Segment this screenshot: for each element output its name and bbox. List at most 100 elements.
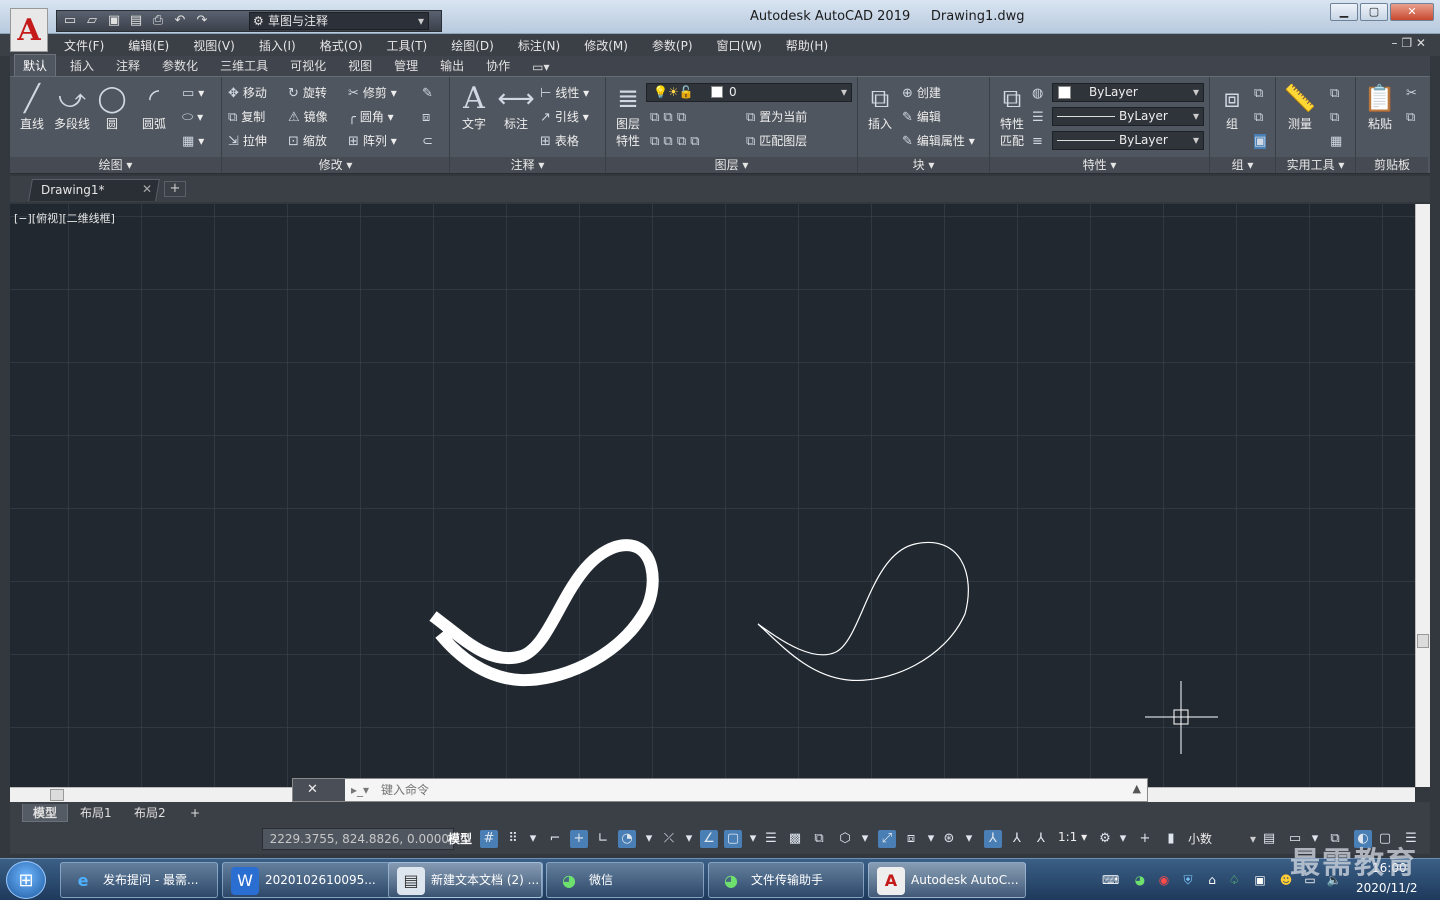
tab-default[interactable]: 默认 [14,54,57,76]
line-tool-button[interactable]: ╱ 直线 [12,83,52,132]
ellipse-icon[interactable]: ⬭ ▾ [182,107,203,127]
paste-button[interactable]: 📋 粘贴 [1360,83,1400,132]
annotation-monitor-icon[interactable]: + [1136,830,1154,848]
linetype-dropdown[interactable]: ByLayer [1052,107,1204,126]
calculator-icon[interactable]: ▦ [1330,131,1346,151]
ortho-icon[interactable]: ∟ [594,830,612,848]
panel-annotation-title[interactable]: 注释 ▾ [450,157,605,173]
tab-layout1[interactable]: 布局1 [70,804,122,822]
tab-manage[interactable]: 管理 [386,55,426,76]
gizmo-dropdown-icon[interactable]: ▾ [960,830,978,848]
shield-icon[interactable]: ⛨ [1180,872,1196,888]
lineweight-dropdown[interactable]: ByLayer [1052,131,1204,150]
keyboard-icon[interactable]: ⌨ [1102,872,1119,888]
task-wechat[interactable]: ◕ 微信 [546,862,704,898]
circle-tool-button[interactable]: ◯ 圆 [92,83,132,132]
network-drive-icon[interactable]: ⌂ [1204,872,1220,888]
dynamic-ucs-icon[interactable]: ⤢ [878,830,896,848]
match-properties-button[interactable]: ⧉ 特性 匹配 [992,83,1032,149]
tab-parametric[interactable]: 参数化 [154,55,206,76]
menu-draw[interactable]: 绘图(D) [451,37,494,54]
layer-properties-button[interactable]: ≣ 图层 特性 [608,83,648,149]
dynamic-input-icon[interactable]: + [570,830,588,848]
tab-model[interactable]: 模型 [22,804,69,822]
infer-constraints-icon[interactable]: ⌐ [546,830,564,848]
menu-help[interactable]: 帮助(H) [786,37,828,54]
print-icon[interactable]: ⎙ [149,13,167,29]
filter-dropdown-icon[interactable]: ▾ [922,830,940,848]
layer-tools-row1[interactable]: ⧉ ⧉ ⧉ [650,107,690,127]
tab-output[interactable]: 输出 [432,55,472,76]
annotation-visibility-icon[interactable]: ⅄ [984,830,1002,848]
ribbon-toggle-icon[interactable]: ▭▾ [524,58,557,76]
polar-tracking-icon[interactable]: ◔ [618,830,636,848]
menu-parametric[interactable]: 参数(P) [652,37,693,54]
tab-drawing1[interactable]: Drawing1* [28,179,160,201]
trim-button[interactable]: ✂ 修剪 ▾ [348,83,397,103]
panel-modify-title[interactable]: 修改 ▾ [222,157,449,173]
thin-spline-outline[interactable] [757,541,969,682]
cut-icon[interactable]: ✂ [1406,83,1421,103]
array-button[interactable]: ⊞ 阵列 ▾ [348,131,397,151]
start-button[interactable]: ⊞ [6,861,46,899]
annotation-scale-dropdown[interactable]: 1:1 ▾ [1058,830,1087,844]
edit-attributes-button[interactable]: ✎ 编辑属性 ▾ [902,131,975,151]
workspace-dropdown-icon[interactable]: ▾ [1114,830,1132,848]
erase-icon[interactable]: ✎ [422,83,437,103]
isodraft-dropdown-icon[interactable]: ▾ [680,830,698,848]
command-history-icon[interactable]: ▲ [1133,782,1141,795]
polar-dropdown-icon[interactable]: ▾ [640,830,658,848]
group-edit-icon[interactable]: ⧉ [1254,107,1267,127]
new-file-icon[interactable]: ▭ [61,13,79,29]
panel-clipboard-title[interactable]: 剪贴板 [1356,157,1428,173]
panel-properties-title[interactable]: 特性 ▾ [990,157,1209,173]
panel-layers-title[interactable]: 图层 ▾ [606,157,857,173]
polyline-tool-button[interactable]: ⤻ 多段线 [52,83,92,132]
thick-polyline-spline[interactable] [429,539,659,687]
tab-3d-tools[interactable]: 三维工具 [212,55,276,76]
color-dropdown[interactable]: ByLayer [1052,83,1204,102]
menu-modify[interactable]: 修改(M) [584,37,628,54]
tab-layout2[interactable]: 布局2 [124,804,176,822]
table-button[interactable]: ⊞ 表格 [540,131,579,151]
snap-icon[interactable]: ⠿ [504,830,522,848]
tab-view[interactable]: 视图 [340,55,380,76]
linear-button[interactable]: ⊢ 线性 ▾ [540,83,589,103]
group-select-icon[interactable]: ▣ [1254,131,1270,151]
document-window-controls[interactable]: – ❐ ✕ [1392,36,1426,50]
tab-collaborate[interactable]: 协作 [478,55,518,76]
command-line-controls[interactable]: ✕🔧 [293,779,345,819]
clock-date[interactable]: 2020/11/2 [1356,881,1418,895]
create-block-button[interactable]: ⊕ 创建 [902,83,941,103]
task-notepad[interactable]: ▤ 新建文本文档 (2) ... [388,862,543,898]
coordinates-readout[interactable]: 2229.3755, 824.8826, 0.0000 [262,828,454,850]
undo-icon[interactable]: ↶ [171,13,189,29]
menu-format[interactable]: 格式(O) [320,37,363,54]
fillet-button[interactable]: ╭ 圆角 ▾ [348,107,394,127]
move-button[interactable]: ✥ 移动 [228,83,267,103]
edit-block-button[interactable]: ✎ 编辑 [902,107,941,127]
quick-properties-icon[interactable]: ▤ [1260,830,1278,848]
task-autocad[interactable]: A Autodesk AutoC... [868,862,1026,898]
text-tool-button[interactable]: A 文字 [454,83,494,132]
redo-icon[interactable]: ↷ [193,13,211,29]
set-current-button[interactable]: ⧉ 置为当前 [746,107,807,127]
workspace-dropdown[interactable]: ⚙ 草图与注释 ▾ [249,12,429,30]
explode-icon[interactable]: ⧈ [422,107,434,127]
drawing-canvas[interactable]: [−][俯视][二维线框] [10,204,1415,787]
units-icon[interactable]: ▮ [1162,830,1180,848]
lineweight-display-icon[interactable]: ☰ [762,830,780,848]
model-space-button[interactable]: 模型 [448,830,472,847]
grid-icon[interactable]: # [480,830,498,848]
maximize-button[interactable]: ▢ [1360,3,1388,21]
add-layout-button[interactable]: + [180,804,210,822]
menu-edit[interactable]: 编辑(E) [128,37,169,54]
command-prompt-icon[interactable]: ▸_▾ [351,783,369,797]
units-dropdown[interactable]: 小数 [1180,829,1258,849]
panel-block-title[interactable]: 块 ▾ [858,157,989,173]
scale-button[interactable]: ⊡ 缩放 [288,131,327,151]
selection-filter-icon[interactable]: ⧈ [902,830,920,848]
menu-insert[interactable]: 插入(I) [259,37,296,54]
menu-tools[interactable]: 工具(T) [387,37,428,54]
menu-view[interactable]: 视图(V) [193,37,235,54]
